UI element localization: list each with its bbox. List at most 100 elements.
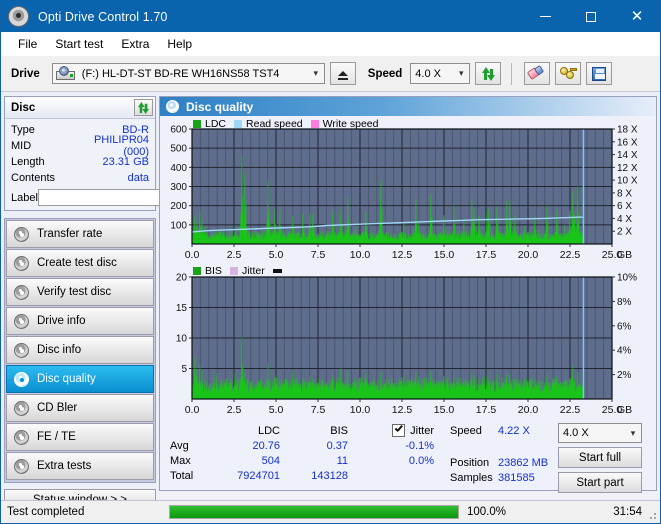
svg-text:4 X: 4 X xyxy=(617,214,632,225)
eraser-icon xyxy=(527,64,548,84)
svg-text:20.0: 20.0 xyxy=(518,404,539,416)
svg-text:15: 15 xyxy=(176,303,188,314)
stats-area: LDC BIS Jitter Avg 20.76 0.37 -0.1% Max … xyxy=(160,419,656,497)
drive-toolbar: Drive (F:) HL-DT-ST BD-RE WH16NS58 TST4 … xyxy=(1,56,660,92)
svg-text:2.5: 2.5 xyxy=(227,404,242,416)
svg-text:5.0: 5.0 xyxy=(269,404,284,416)
drive-select[interactable]: (F:) HL-DT-ST BD-RE WH16NS58 TST4 ▾ xyxy=(51,63,325,84)
legend-swatch-write-speed xyxy=(310,120,319,128)
disc-type-label: Type xyxy=(11,124,35,136)
sidebar-item-verify-test-disc[interactable]: Verify test disc xyxy=(6,278,154,306)
stats-total-bis: 143128 xyxy=(311,469,348,482)
transfer-rate-icon xyxy=(14,226,29,242)
save-icon xyxy=(592,66,607,81)
svg-text:22.5: 22.5 xyxy=(560,404,581,416)
progress-bar xyxy=(169,505,459,519)
stats-row-label: Total xyxy=(170,469,194,482)
drive-select-value: (F:) HL-DT-ST BD-RE WH16NS58 TST4 xyxy=(81,67,280,80)
samples-key: Samples xyxy=(450,471,493,484)
sidebar-item-disc-quality[interactable]: Disc quality xyxy=(6,365,154,393)
test-speed-select[interactable]: 4.0 X ▾ xyxy=(558,423,642,443)
svg-text:600: 600 xyxy=(170,125,187,136)
disc-panel-title: Disc xyxy=(11,101,36,114)
disc-refresh-button[interactable] xyxy=(134,99,153,116)
disc-row-length: Length 23.31 GB xyxy=(5,154,155,170)
status-text: Test completed xyxy=(7,506,85,518)
sidebar-item-drive-info[interactable]: Drive info xyxy=(6,307,154,335)
minimize-icon xyxy=(539,16,551,17)
sidebar-item-cd-bler[interactable]: CD Bler xyxy=(6,394,154,422)
bis-chart-legend: BIS Jitter xyxy=(193,265,282,277)
stats-max-bis: 11 xyxy=(336,454,348,467)
sidebar-item-fe-te[interactable]: FE / TE xyxy=(6,423,154,451)
svg-text:22.5: 22.5 xyxy=(560,249,581,261)
create-test-disc-icon xyxy=(14,255,29,271)
svg-text:15.0: 15.0 xyxy=(434,249,455,261)
svg-text:100: 100 xyxy=(170,220,187,231)
disc-row-mid: MID PHILIPR04 (000) xyxy=(5,134,155,158)
disc-info-icon xyxy=(14,342,29,358)
close-button[interactable]: ✕ xyxy=(614,1,660,32)
refresh-button[interactable] xyxy=(475,62,502,85)
stats-col-ldc: LDC xyxy=(257,424,280,437)
refresh-icon xyxy=(481,66,496,81)
svg-text:7.5: 7.5 xyxy=(311,249,326,261)
sidebar-item-disc-info[interactable]: Disc info xyxy=(6,336,154,364)
sidebar-item-extra-tests[interactable]: Extra tests xyxy=(6,452,154,480)
chevron-down-icon: ▾ xyxy=(630,427,636,438)
svg-text:0.0: 0.0 xyxy=(185,404,200,416)
bis-chart-canvas: 5 10 15 20 2% 4% 6% 8% 10% 0.0 2.5 5.0 7.5 10.0 12.5 15… xyxy=(176,273,637,417)
legend-swatch-jitter xyxy=(229,267,238,275)
refresh-icon xyxy=(137,101,150,114)
position-row: Position 23862 MB xyxy=(450,455,558,470)
samples-value: 381585 xyxy=(498,471,535,484)
start-full-button[interactable]: Start full xyxy=(558,447,642,468)
save-button[interactable] xyxy=(586,62,613,85)
eject-button[interactable] xyxy=(329,62,356,85)
minimize-button[interactable] xyxy=(522,1,568,32)
fe-te-icon xyxy=(14,429,29,445)
bis-chart: BIS Jitter 5 10 15 20 2% 4% 6% 8% 10% 0.0 2.5 5.0 7.… xyxy=(160,264,656,419)
status-bar: Test completed 100.0% 31:54 xyxy=(1,500,660,523)
maximize-button[interactable] xyxy=(568,1,614,32)
menu-start-test[interactable]: Start test xyxy=(46,34,112,54)
ldc-chart: LDC Read speed Write speed 100 200 300 400 5… xyxy=(160,116,656,264)
menu-extra[interactable]: Extra xyxy=(112,34,158,54)
svg-text:10: 10 xyxy=(176,334,188,345)
sidebar-item-transfer-rate[interactable]: Transfer rate xyxy=(6,220,154,248)
stats-col-bis: BIS xyxy=(330,424,348,437)
legend-swatch-extra xyxy=(272,269,282,273)
keys-icon xyxy=(559,67,577,80)
svg-text:0.0: 0.0 xyxy=(185,249,200,261)
jitter-checkbox[interactable] xyxy=(392,424,406,437)
speed-row: Speed 4.22 X xyxy=(450,423,558,438)
legend-label-ldc: LDC xyxy=(205,118,227,130)
speed-select[interactable]: 4.0 X ▾ xyxy=(410,63,471,84)
sidebar-item-create-test-disc[interactable]: Create test disc xyxy=(6,249,154,277)
svg-text:10 X: 10 X xyxy=(617,176,638,187)
menu-file[interactable]: File xyxy=(9,34,46,54)
stats-row-avg: Avg 20.76 0.37 -0.1% xyxy=(160,438,450,453)
stats-max-ldc: 504 xyxy=(261,454,280,467)
svg-text:8 X: 8 X xyxy=(617,188,632,199)
nav-label: Create test disc xyxy=(37,257,117,269)
menu-help[interactable]: Help xyxy=(158,34,201,54)
legend-label-bis: BIS xyxy=(205,265,222,277)
start-part-button[interactable]: Start part xyxy=(558,472,642,493)
verify-test-disc-icon xyxy=(14,284,29,300)
svg-text:20.0: 20.0 xyxy=(518,249,539,261)
jitter-header: Jitter xyxy=(348,424,440,437)
app-window: Opti Drive Control 1.70 ✕ File Start tes… xyxy=(0,0,661,524)
disc-quality-icon xyxy=(166,100,179,113)
resize-grip-icon[interactable] xyxy=(647,510,657,520)
close-icon: ✕ xyxy=(630,7,644,25)
svg-text:16 X: 16 X xyxy=(617,137,638,148)
disc-mid-label: MID xyxy=(11,140,32,152)
drive-label: Drive xyxy=(11,67,40,80)
app-disc-icon xyxy=(8,6,29,27)
progress-fill xyxy=(170,506,458,518)
erase-button[interactable] xyxy=(524,62,551,85)
test-speed-value: 4.0 X xyxy=(563,427,589,439)
disc-label-caption: Label xyxy=(11,191,38,204)
keys-button[interactable] xyxy=(555,62,582,85)
